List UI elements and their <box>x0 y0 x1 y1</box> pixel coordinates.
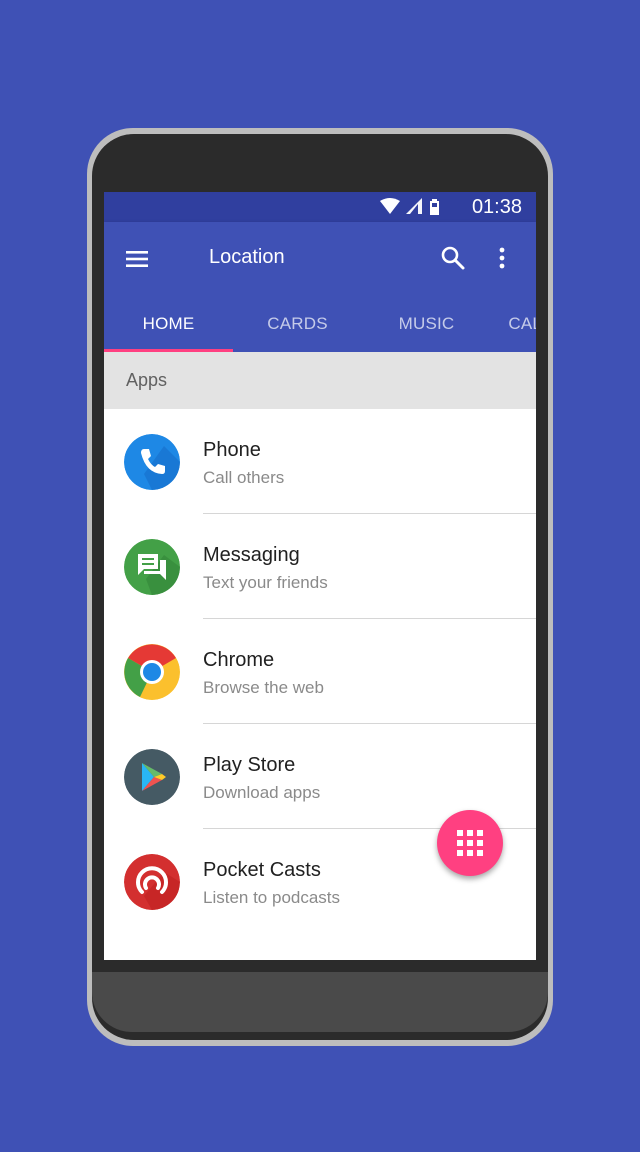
status-time: 01:38 <box>471 196 522 218</box>
item-subtitle: Browse the web <box>203 678 324 697</box>
phone-icon <box>124 434 180 490</box>
item-title: Play Store <box>203 754 296 776</box>
item-subtitle: Call others <box>203 468 285 487</box>
tab-home[interactable]: HOME <box>104 302 233 352</box>
status-icons <box>380 198 439 215</box>
apps-grid-icon <box>457 830 483 856</box>
item-title: Messaging <box>203 544 300 566</box>
section-header: Apps <box>104 352 536 409</box>
pocket-casts-icon <box>124 854 180 910</box>
battery-icon <box>430 199 439 215</box>
app-toolbar: Location HOME CARDS MUSIC CALENDAR <box>104 222 536 352</box>
list-item-phone[interactable]: Phone Call others <box>104 409 536 514</box>
item-subtitle: Text your friends <box>203 573 328 592</box>
item-subtitle: Listen to podcasts <box>203 888 341 907</box>
more-vert-icon[interactable] <box>492 244 512 274</box>
list-item-messaging[interactable]: Messaging Text your friends <box>104 514 536 619</box>
tab-calendar[interactable]: CALENDAR <box>491 302 536 352</box>
chrome-icon <box>124 644 180 700</box>
section-header-label: Apps <box>126 370 168 390</box>
list-item-chrome[interactable]: Chrome Browse the web <box>104 619 536 724</box>
phone-screen: 01:38 Location HOME CARDS MUSIC CALENDAR… <box>104 192 536 960</box>
tab-bar: HOME CARDS MUSIC CALENDAR <box>104 302 536 352</box>
item-title: Chrome <box>203 649 275 671</box>
tab-music[interactable]: MUSIC <box>362 302 491 352</box>
item-title: Pocket Casts <box>203 859 321 881</box>
wifi-icon <box>380 198 400 214</box>
tab-cards[interactable]: CARDS <box>233 302 362 352</box>
phone-chin <box>92 972 548 1032</box>
play-store-icon <box>124 749 180 805</box>
item-title: Phone <box>203 439 261 461</box>
search-icon[interactable] <box>439 244 467 272</box>
toolbar-title: Location <box>209 246 285 268</box>
status-bar: 01:38 <box>104 192 536 222</box>
item-subtitle: Download apps <box>203 783 321 802</box>
fab-button[interactable] <box>437 810 503 876</box>
menu-icon[interactable] <box>122 244 152 274</box>
messaging-icon <box>124 539 180 595</box>
